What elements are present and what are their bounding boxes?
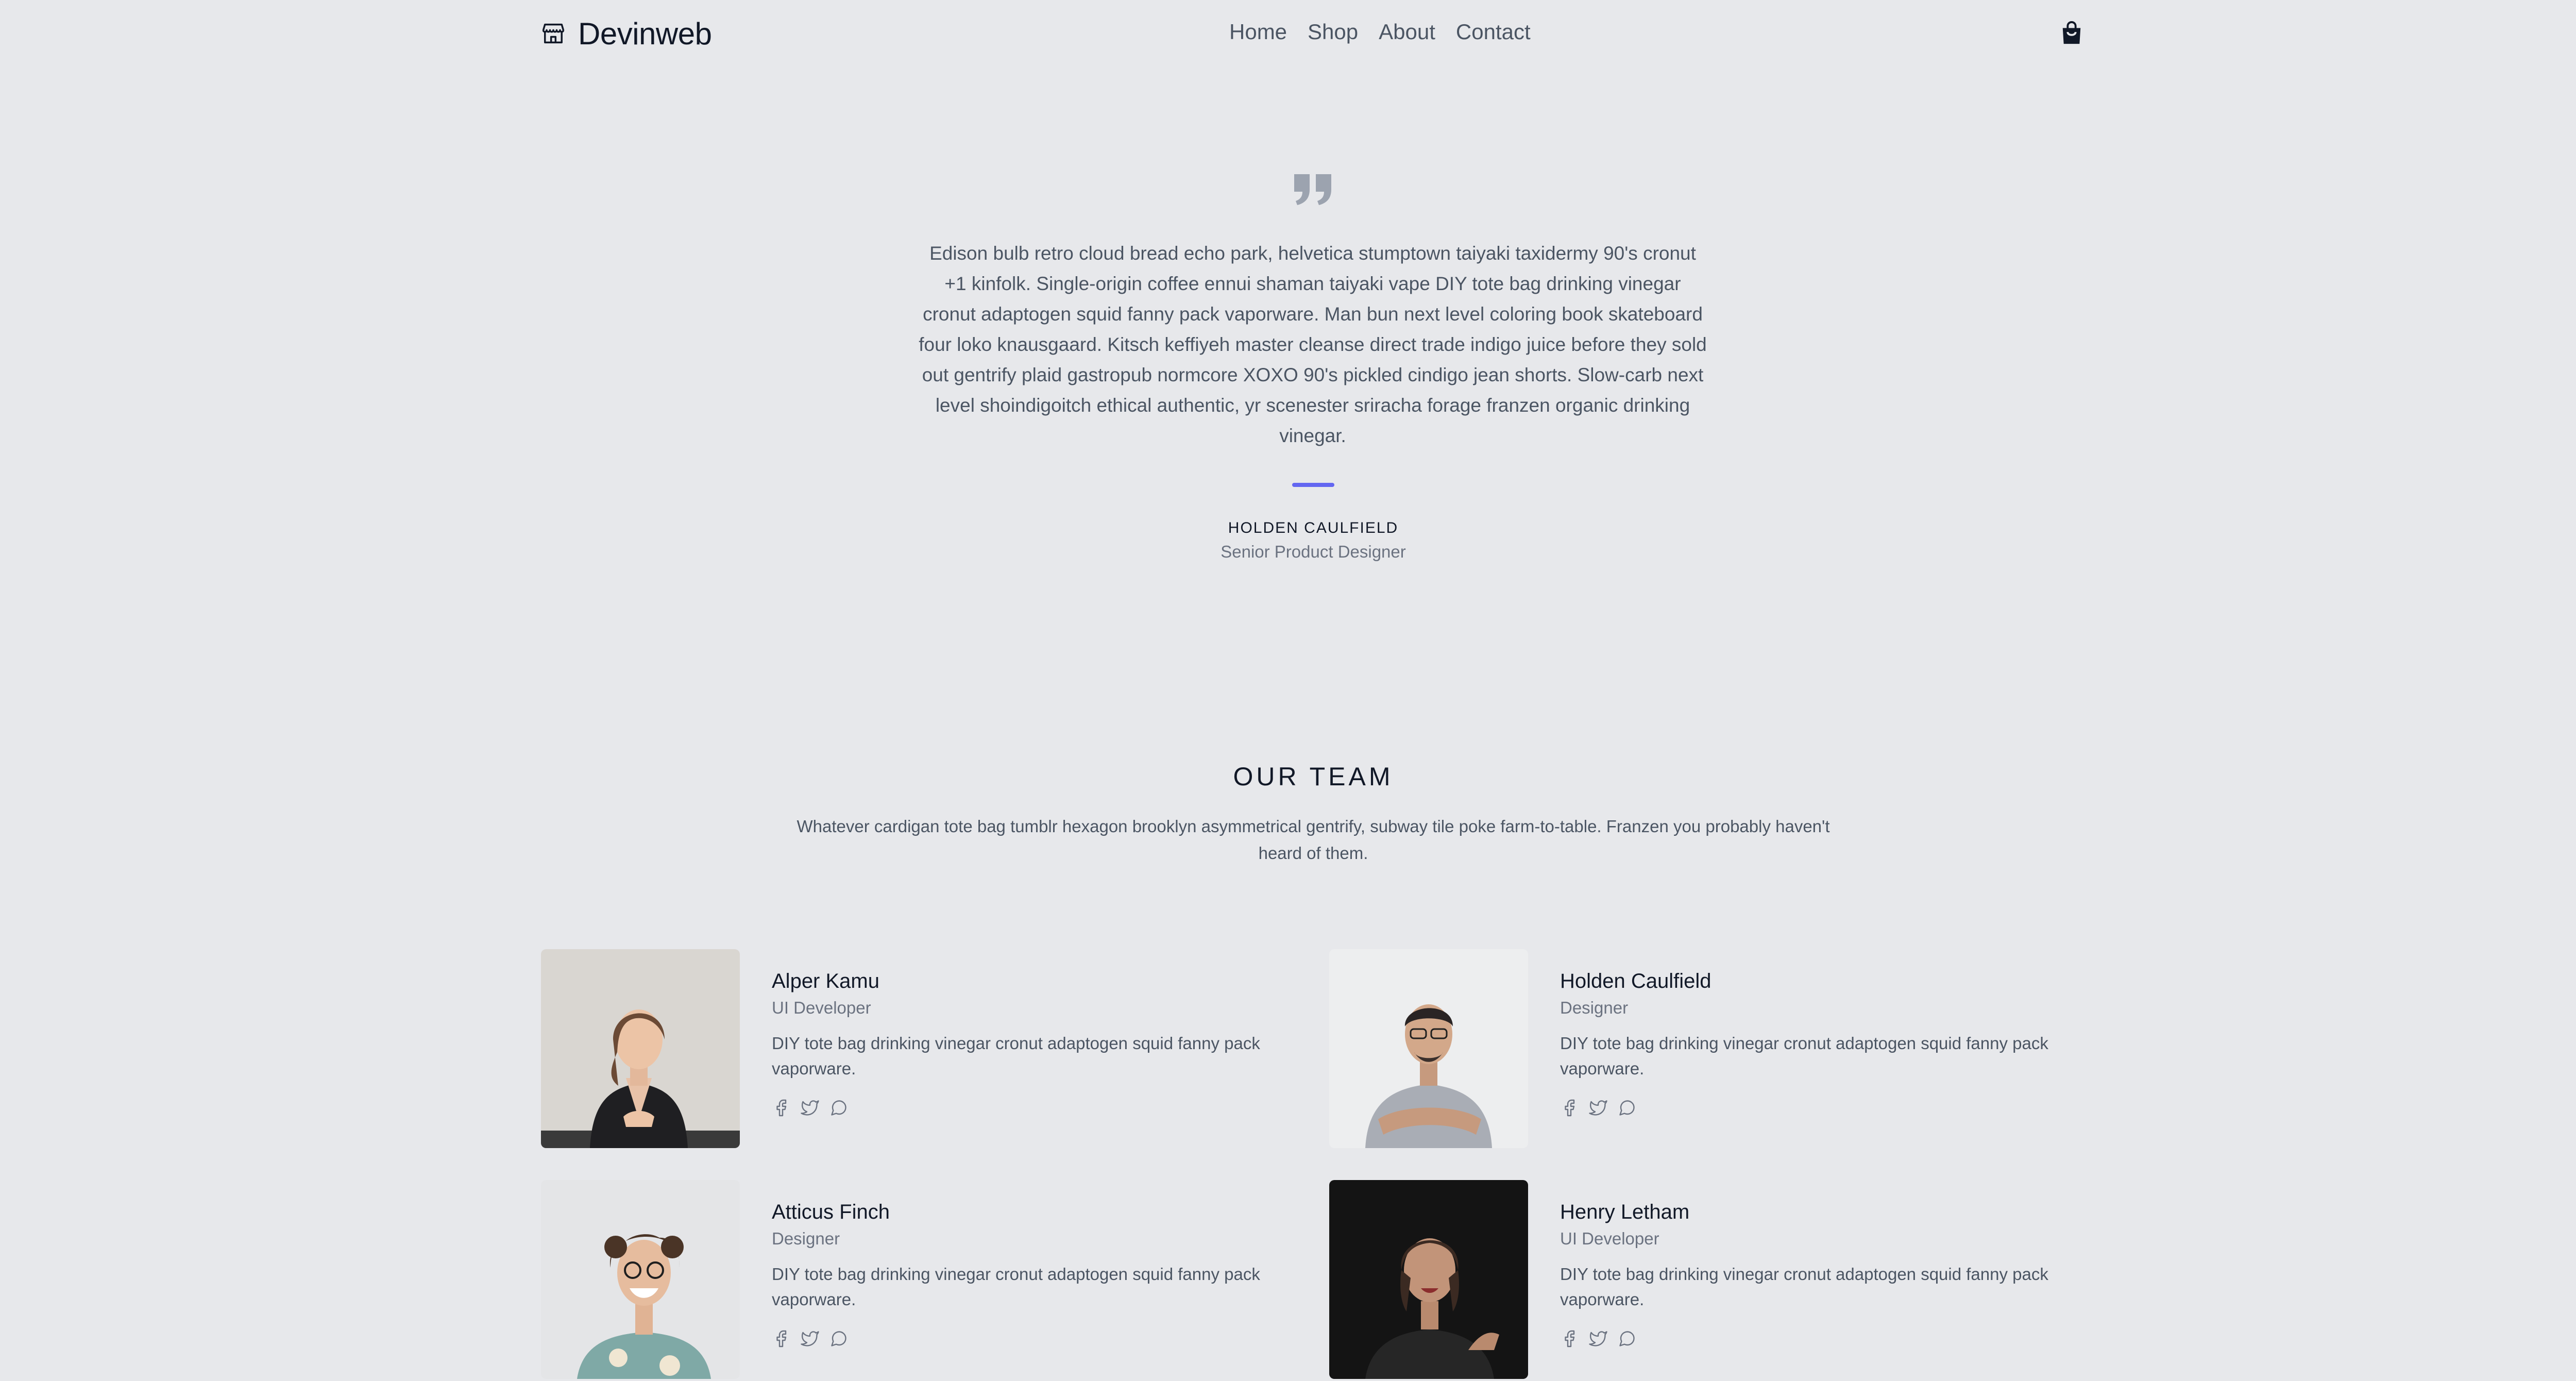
member-bio: DIY tote bag drinking vinegar cronut ada…	[1560, 1034, 2048, 1078]
social-links	[772, 1329, 848, 1348]
member-bio: DIY tote bag drinking vinegar cronut ada…	[772, 1034, 1260, 1078]
accent-divider	[1292, 483, 1334, 487]
member-role: UI Developer	[1560, 1229, 1659, 1248]
testimonial-author-role: Senior Product Designer	[1221, 542, 1406, 561]
team-member-card: Holden Caulfield Designer DIY tote bag d…	[1329, 949, 2102, 1150]
social-links	[1560, 1329, 1636, 1348]
main-nav: Home Shop About Contact	[1229, 20, 1531, 44]
brand-logo[interactable]: Devinweb	[540, 15, 712, 52]
testimonial-author-name: HOLDEN CAULFIELD	[1228, 519, 1399, 536]
shopping-bag-icon[interactable]	[2060, 20, 2083, 46]
member-role: UI Developer	[772, 998, 871, 1017]
chat-icon[interactable]	[1618, 1099, 1636, 1117]
nav-contact[interactable]: Contact	[1456, 20, 1531, 44]
nav-home[interactable]: Home	[1229, 20, 1287, 44]
facebook-icon[interactable]	[772, 1099, 790, 1117]
twitter-icon[interactable]	[801, 1329, 819, 1348]
testimonial-text: Edison bulb retro cloud bread echo park,…	[919, 243, 1707, 446]
site-header: Devinweb Home Shop About Contact	[0, 0, 2576, 67]
member-bio: DIY tote bag drinking vinegar cronut ada…	[772, 1265, 1260, 1309]
chat-icon[interactable]	[1618, 1329, 1636, 1348]
chat-icon[interactable]	[829, 1099, 848, 1117]
team-title: OUR TEAM	[1233, 762, 1394, 791]
member-role: Designer	[1560, 998, 1629, 1017]
member-photo	[541, 1180, 740, 1379]
member-name: Henry Letham	[1560, 1201, 1690, 1223]
nav-shop[interactable]: Shop	[1308, 20, 1358, 44]
team-member-card: Atticus Finch Designer DIY tote bag drin…	[541, 1180, 1314, 1381]
facebook-icon[interactable]	[1560, 1099, 1579, 1117]
member-role: Designer	[772, 1229, 840, 1248]
twitter-icon[interactable]	[1589, 1329, 1607, 1348]
facebook-icon[interactable]	[772, 1329, 790, 1348]
nav-about[interactable]: About	[1379, 20, 1435, 44]
social-links	[772, 1099, 848, 1117]
twitter-icon[interactable]	[1589, 1099, 1607, 1117]
team-member-card: Alper Kamu UI Developer DIY tote bag dri…	[541, 949, 1314, 1150]
quote-icon	[1294, 174, 1331, 205]
member-name: Alper Kamu	[772, 970, 879, 992]
member-photo	[1329, 1180, 1528, 1379]
chat-icon[interactable]	[829, 1329, 848, 1348]
brand-name: Devinweb	[578, 16, 712, 51]
member-name: Atticus Finch	[772, 1201, 890, 1223]
member-photo	[1329, 949, 1528, 1148]
member-bio: DIY tote bag drinking vinegar cronut ada…	[1560, 1265, 2048, 1309]
facebook-icon[interactable]	[1560, 1329, 1579, 1348]
team-subtitle: Whatever cardigan tote bag tumblr hexago…	[796, 817, 1830, 863]
member-name: Holden Caulfield	[1560, 970, 1711, 992]
member-photo	[541, 949, 740, 1148]
twitter-icon[interactable]	[801, 1099, 819, 1117]
team-member-card: Henry Letham UI Developer DIY tote bag d…	[1329, 1180, 2102, 1381]
social-links	[1560, 1099, 1636, 1117]
storefront-icon	[542, 23, 565, 44]
